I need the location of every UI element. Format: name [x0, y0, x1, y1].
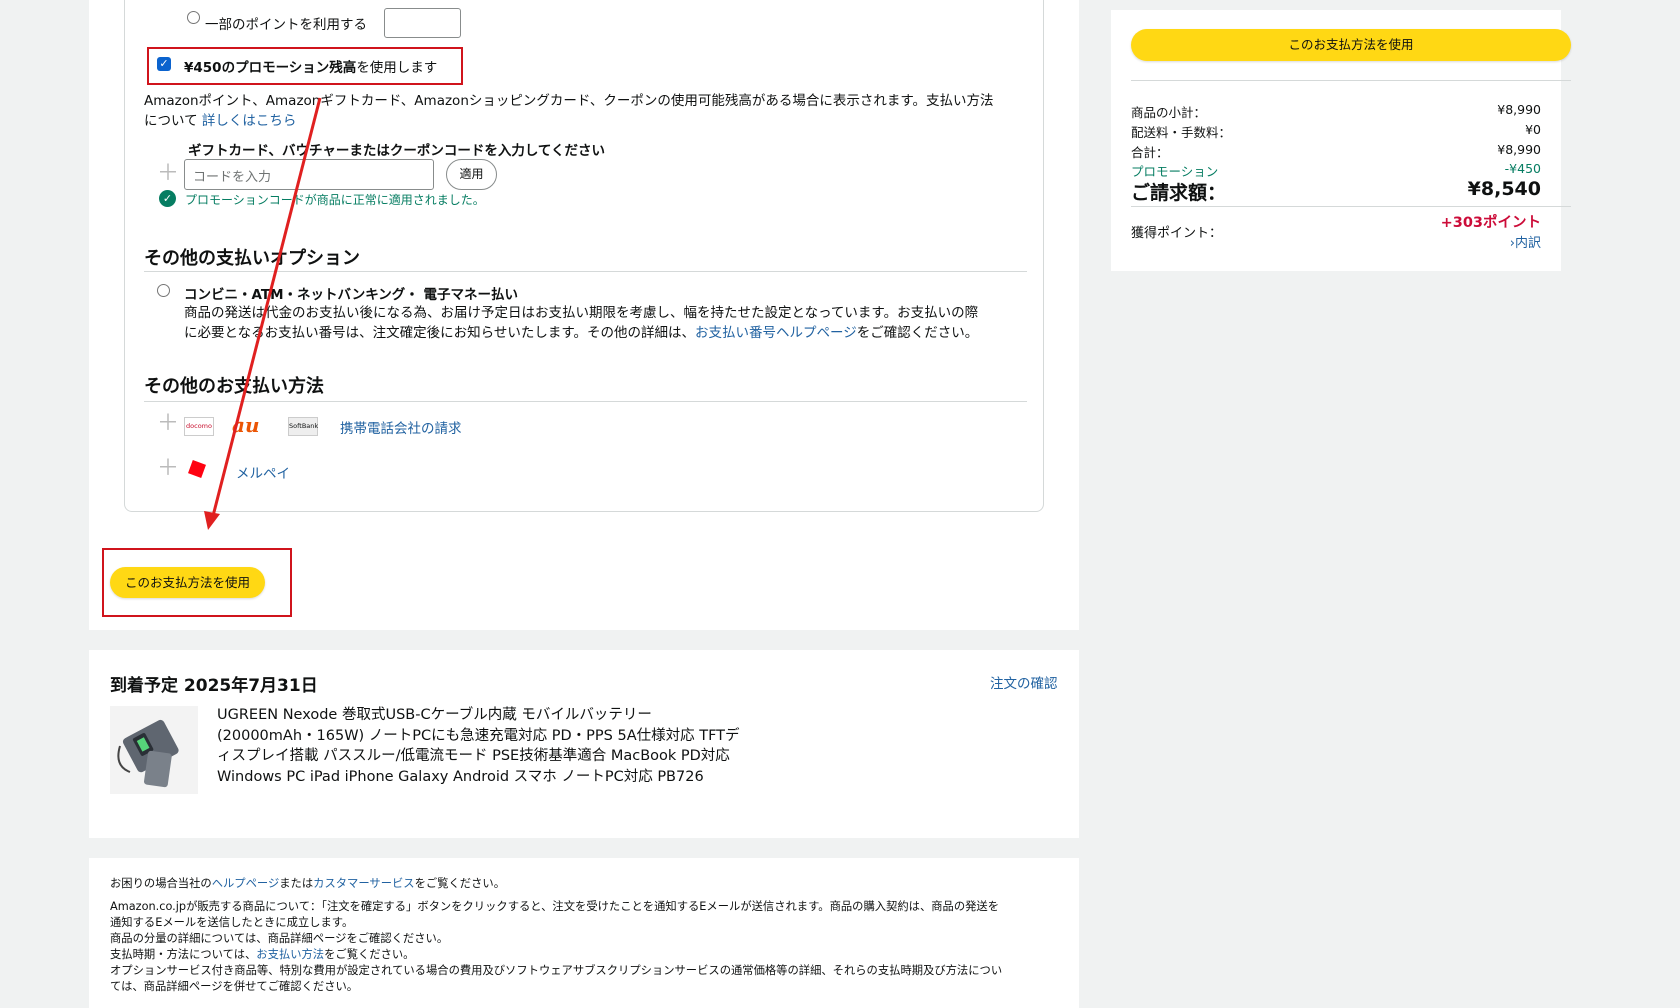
- delivery-date-title: 到着予定 2025年7月31日: [110, 676, 318, 696]
- shipping-row: 配送料・手数料： ¥0: [1131, 122, 1541, 140]
- order-summary: このお支払方法を使用 商品の小計： ¥8,990 配送料・手数料： ¥0 合計： ¥8…: [1111, 10, 1571, 271]
- points-breakdown-link[interactable]: ›内訳: [1510, 232, 1541, 251]
- legal-text: お困りの場合当社のヘルプページまたはカスタマーサービスをご覧ください。 Amaz…: [110, 877, 1003, 993]
- payment-methods-link[interactable]: お支払い方法: [256, 948, 324, 961]
- divider: [1131, 206, 1571, 207]
- grand-total-row: ご請求額： ¥8,540: [1131, 178, 1541, 204]
- customer-service-link[interactable]: カスタマーサービス: [313, 877, 414, 890]
- order-review-link[interactable]: 注文の確認: [990, 672, 1058, 692]
- points-value: +303ポイント: [1440, 215, 1541, 231]
- product-title[interactable]: UGREEN Nexode 巻取式USB-Cケーブル内蔵 モバイルバッテリー (…: [217, 705, 740, 787]
- help-page-link[interactable]: ヘルプページ: [212, 877, 280, 890]
- summary-use-payment-button[interactable]: このお支払方法を使用: [1131, 29, 1571, 61]
- total-row: 合計： ¥8,990: [1131, 142, 1541, 160]
- product-image[interactable]: [110, 706, 198, 794]
- divider: [1131, 80, 1571, 81]
- subtotal-row: 商品の小計： ¥8,990: [1131, 102, 1541, 120]
